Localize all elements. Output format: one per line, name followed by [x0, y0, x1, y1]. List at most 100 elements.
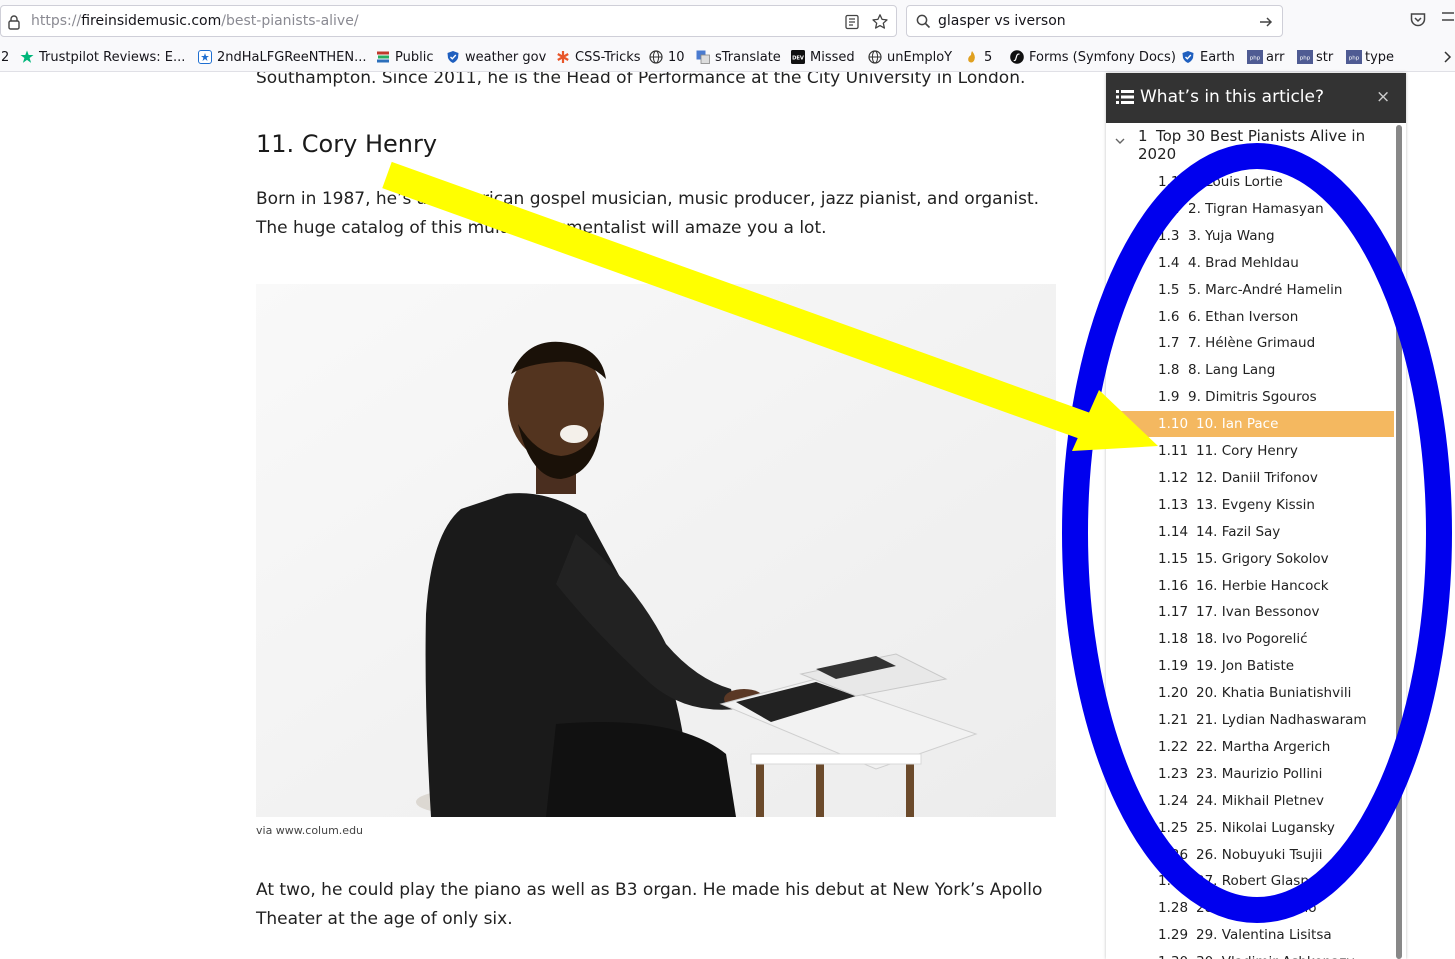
- toc-item-label: 5. Marc-André Hamelin: [1188, 282, 1343, 298]
- toc-item-number: 1.6: [1158, 309, 1180, 325]
- toc-item[interactable]: 1.10 10. Ian Pace: [1116, 411, 1394, 437]
- toc-item[interactable]: 1.27 27. Robert Glasper: [1116, 868, 1394, 894]
- symfony-icon: [1010, 50, 1024, 64]
- bookmark-css-tricks[interactable]: CSS-Tricks: [556, 48, 641, 66]
- bookmark-public[interactable]: Public: [376, 48, 433, 66]
- toc-item[interactable]: 1.17 17. Ivan Bessonov: [1116, 599, 1394, 625]
- toc-item[interactable]: 1.26 26. Nobuyuki Tsujii: [1116, 842, 1394, 868]
- toc-item[interactable]: 1.28 28. Seong-Jin Cho: [1116, 895, 1394, 921]
- toc-item[interactable]: 1.15 15. Grigory Sokolov: [1116, 546, 1394, 572]
- bookmark-label: arr: [1266, 49, 1285, 65]
- toc-item[interactable]: 1.18 18. Ivo Pogorelić: [1116, 626, 1394, 652]
- toc-item[interactable]: 1.5 5. Marc-André Hamelin: [1116, 277, 1394, 303]
- bookmark-label: 5: [984, 49, 993, 65]
- url-text[interactable]: https://fireinsidemusic.com/best-pianist…: [31, 13, 359, 29]
- toc-item-number: 1.19: [1158, 658, 1189, 674]
- toc-item[interactable]: 1.8 8. Lang Lang: [1116, 357, 1394, 383]
- toc-item-number: 1.23: [1158, 766, 1189, 782]
- toc-main-item[interactable]: 1 Top 30 Best Pianists Alive in 2020: [1138, 127, 1388, 163]
- chevron-down-icon[interactable]: [1114, 131, 1126, 150]
- bookmark-label: 2: [1, 49, 10, 65]
- bookmark-stranslate[interactable]: sTranslate: [696, 48, 781, 66]
- toc-item-number: 1.20: [1158, 685, 1189, 701]
- search-bar[interactable]: glasper vs iverson: [906, 5, 1283, 37]
- pocket-icon[interactable]: [1409, 11, 1427, 33]
- bookmark-symfony-forms[interactable]: Forms (Symfony Docs): [1010, 48, 1176, 66]
- toc-item[interactable]: 1.3 3. Yuja Wang: [1116, 223, 1394, 249]
- bookmark-trustpilot[interactable]: Trustpilot Reviews: E...: [20, 48, 185, 66]
- toc-item-number: 1.15: [1158, 551, 1189, 567]
- toc-item[interactable]: 1.7 7. Hélène Grimaud: [1116, 330, 1394, 356]
- toc-item-label: 12. Daniil Trifonov: [1196, 470, 1318, 486]
- toc-item[interactable]: 1.1 1. Louis Lortie: [1116, 169, 1394, 195]
- reader-view-icon[interactable]: [844, 14, 860, 34]
- shield-icon: [446, 50, 460, 64]
- bookmark-php-arr[interactable]: php arr: [1247, 48, 1284, 66]
- globe-icon: [868, 50, 882, 64]
- toc-item-label: 21. Lydian Nadhaswaram: [1196, 712, 1367, 728]
- toc-item[interactable]: 1.6 6. Ethan Iverson: [1116, 304, 1394, 330]
- toc-item[interactable]: 1.22 22. Martha Argerich: [1116, 734, 1394, 760]
- toc-item[interactable]: 1.12 12. Daniil Trifonov: [1116, 465, 1394, 491]
- article-paragraph: Born in 1987, he’s an American gospel mu…: [256, 189, 1040, 238]
- bookmark-10[interactable]: 10: [649, 48, 685, 66]
- toc-item-number: 1.2: [1158, 201, 1180, 217]
- toc-item-label: 2. Tigran Hamasyan: [1188, 201, 1324, 217]
- bookmark-label: weather gov: [465, 49, 547, 65]
- toc-item[interactable]: 1.29 29. Valentina Lisitsa: [1116, 922, 1394, 948]
- toc-item[interactable]: 1.9 9. Dimitris Sgouros: [1116, 384, 1394, 410]
- bookmarks-overflow-icon[interactable]: [1443, 48, 1453, 66]
- bookmark-php-type[interactable]: php type: [1346, 48, 1394, 66]
- bookmark-5[interactable]: 5: [965, 48, 992, 66]
- toc-main-label: Top 30 Best Pianists Alive in 2020: [1138, 127, 1366, 163]
- toc-item-label: 19. Jon Batiste: [1196, 658, 1295, 674]
- bookmark-php-str[interactable]: php str: [1297, 48, 1333, 66]
- bookmark-unemploy[interactable]: unEmploY: [868, 48, 952, 66]
- bookmark-label: str: [1316, 49, 1334, 65]
- toc-item-number: 1.5: [1158, 282, 1180, 298]
- toc-item[interactable]: 1.30 30. Vladimir Ashkenazy: [1116, 949, 1394, 959]
- toc-item-number: 1.4: [1158, 255, 1180, 271]
- toc-title: What’s in this article?: [1140, 87, 1325, 107]
- bookmark-label: CSS-Tricks: [575, 49, 641, 65]
- lock-icon[interactable]: [7, 14, 21, 34]
- bookmark-weather-gov[interactable]: weather gov: [446, 48, 546, 66]
- toc-scrollbar[interactable]: [1396, 125, 1402, 959]
- bookmark-earth[interactable]: Earth: [1181, 48, 1235, 66]
- php-icon: php: [1247, 50, 1263, 64]
- toc-item[interactable]: 1.14 14. Fazil Say: [1116, 519, 1394, 545]
- toc-item[interactable]: 1.21 21. Lydian Nadhaswaram: [1116, 707, 1394, 733]
- bookmark-star-icon[interactable]: [871, 13, 889, 35]
- bookmark-label: unEmploY: [887, 49, 953, 65]
- toc-item-label: 1. Louis Lortie: [1188, 174, 1283, 190]
- bookmark-2[interactable]: 2: [1, 48, 9, 66]
- url-host: fireinsidemusic.com: [81, 13, 222, 29]
- overflow-menu-icon[interactable]: [1441, 11, 1455, 33]
- svg-text:php: php: [1349, 56, 1360, 62]
- toc-item[interactable]: 1.20 20. Khatia Buniatishvili: [1116, 680, 1394, 706]
- toc-item-label: 15. Grigory Sokolov: [1196, 551, 1329, 567]
- toc-item[interactable]: 1.2 2. Tigran Hamasyan: [1116, 196, 1394, 222]
- toc-item[interactable]: 1.19 19. Jon Batiste: [1116, 653, 1394, 679]
- toc-item[interactable]: 1.16 16. Herbie Hancock: [1116, 573, 1394, 599]
- toc-item[interactable]: 1.4 4. Brad Mehldau: [1116, 250, 1394, 276]
- toc-item-number: 1.17: [1158, 604, 1189, 620]
- bookmark-missed[interactable]: DEV Missed: [791, 48, 855, 66]
- toc-item-label: 20. Khatia Buniatishvili: [1196, 685, 1352, 701]
- toc-item[interactable]: 1.13 13. Evgeny Kissin: [1116, 492, 1394, 518]
- address-bar[interactable]: https://fireinsidemusic.com/best-pianist…: [0, 5, 897, 37]
- article-paragraph: At two, he could play the piano as well …: [256, 880, 1043, 929]
- svg-text:php: php: [1250, 56, 1261, 62]
- toc-item[interactable]: 1.25 25. Nikolai Lugansky: [1116, 815, 1394, 841]
- search-input-value[interactable]: glasper vs iverson: [938, 13, 1066, 29]
- toc-item[interactable]: 1.24 24. Mikhail Pletnev: [1116, 788, 1394, 814]
- toc-main-number: 1: [1138, 127, 1148, 145]
- toc-item[interactable]: 1.23 23. Maurizio Pollini: [1116, 761, 1394, 787]
- toc-item-number: 1.28: [1158, 900, 1189, 916]
- bookmark-2ndhalf[interactable]: 2ndHaLFGReeNTHEN...: [198, 48, 367, 66]
- toc-close-button[interactable]: ×: [1376, 87, 1390, 107]
- search-go-arrow-icon[interactable]: [1258, 14, 1274, 34]
- toc-item-label: 4. Brad Mehldau: [1188, 255, 1299, 271]
- toc-item[interactable]: 1.11 11. Cory Henry: [1116, 438, 1394, 464]
- toc-item-number: 1.30: [1158, 949, 1188, 959]
